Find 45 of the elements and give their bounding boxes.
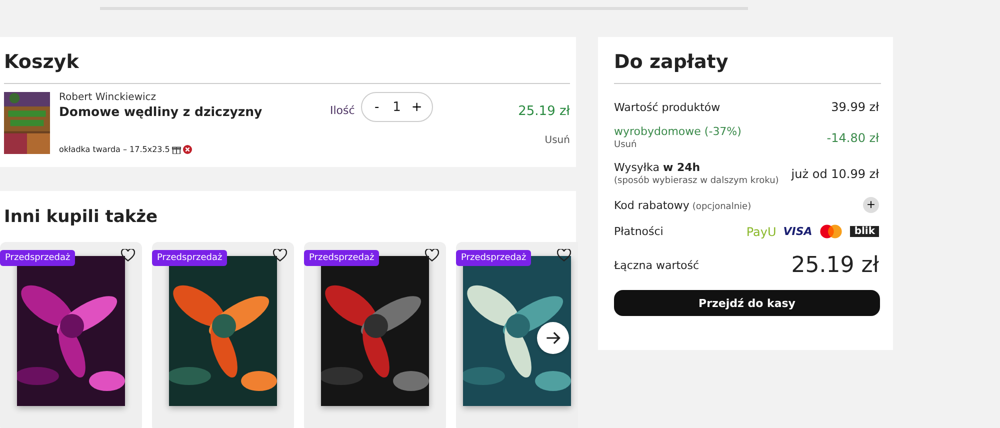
discount-remove-link[interactable]: Usuń bbox=[614, 140, 742, 150]
discount-code-label: Kod rabatowy bbox=[614, 198, 690, 212]
presale-badge: Przedsprzedaż bbox=[152, 250, 228, 266]
heart-icon[interactable] bbox=[425, 249, 439, 262]
product-tile[interactable]: Przedsprzedaż bbox=[304, 242, 446, 428]
heart-icon[interactable] bbox=[273, 249, 287, 262]
discount-code: wyrobydomowe (-37%) bbox=[614, 125, 742, 138]
book-author: Robert Winckiewicz bbox=[59, 92, 158, 103]
blik-logo: blik bbox=[850, 226, 879, 237]
total-value: 25.19 zł bbox=[791, 253, 879, 278]
summary-title: Do zapłaty bbox=[614, 37, 881, 84]
presale-badge: Przedsprzedaż bbox=[456, 250, 532, 266]
products-value: 39.99 zł bbox=[831, 100, 879, 114]
card-logo-icon bbox=[819, 224, 844, 239]
payu-logo: PayU bbox=[746, 224, 776, 238]
heart-icon[interactable] bbox=[557, 249, 571, 262]
quantity-label: Ilość bbox=[330, 104, 355, 117]
decrease-button[interactable]: - bbox=[368, 100, 386, 114]
quantity-value: 1 bbox=[392, 100, 402, 114]
products-label: Wartość produktów bbox=[614, 100, 720, 114]
presale-badge: Przedsprzedaż bbox=[304, 250, 380, 266]
book-title[interactable]: Domowe wędliny z dziczyzny bbox=[59, 104, 330, 119]
product-tile[interactable]: Przedsprzedaż bbox=[0, 242, 142, 428]
heart-icon[interactable] bbox=[121, 249, 135, 262]
checkout-button[interactable]: Przejdź do kasy bbox=[614, 290, 880, 316]
presale-badge: Przedsprzedaż bbox=[0, 250, 76, 266]
gift-icon bbox=[172, 145, 181, 154]
product-tile[interactable]: Przedsprzedaż bbox=[456, 242, 578, 428]
remove-icon[interactable] bbox=[182, 145, 192, 154]
shipping-label: Wysyłka w 24h bbox=[614, 161, 702, 174]
remove-link[interactable]: Usuń bbox=[544, 135, 570, 146]
product-tile[interactable]: Przedsprzedaż bbox=[152, 242, 294, 428]
recommendations-title: Inni kupili także bbox=[4, 206, 159, 229]
total-label: Łączna wartość bbox=[614, 259, 700, 272]
add-code-button[interactable]: + bbox=[863, 197, 879, 213]
discount-value: -14.80 zł bbox=[826, 130, 879, 144]
book-format: okładka twarda – 17.5x23.5 bbox=[59, 145, 170, 154]
shipping-note: (sposób wybierasz w dalszym kroku) bbox=[614, 176, 779, 186]
increase-button[interactable]: + bbox=[408, 100, 426, 114]
visa-logo: VISA bbox=[783, 225, 812, 238]
cart-title: Koszyk bbox=[4, 37, 570, 84]
shipping-value: już od 10.99 zł bbox=[791, 166, 879, 180]
item-price: 25.19 zł bbox=[518, 104, 570, 119]
payments-label: Płatności bbox=[614, 225, 664, 238]
optional-hint: (opcjonalnie) bbox=[692, 202, 752, 212]
